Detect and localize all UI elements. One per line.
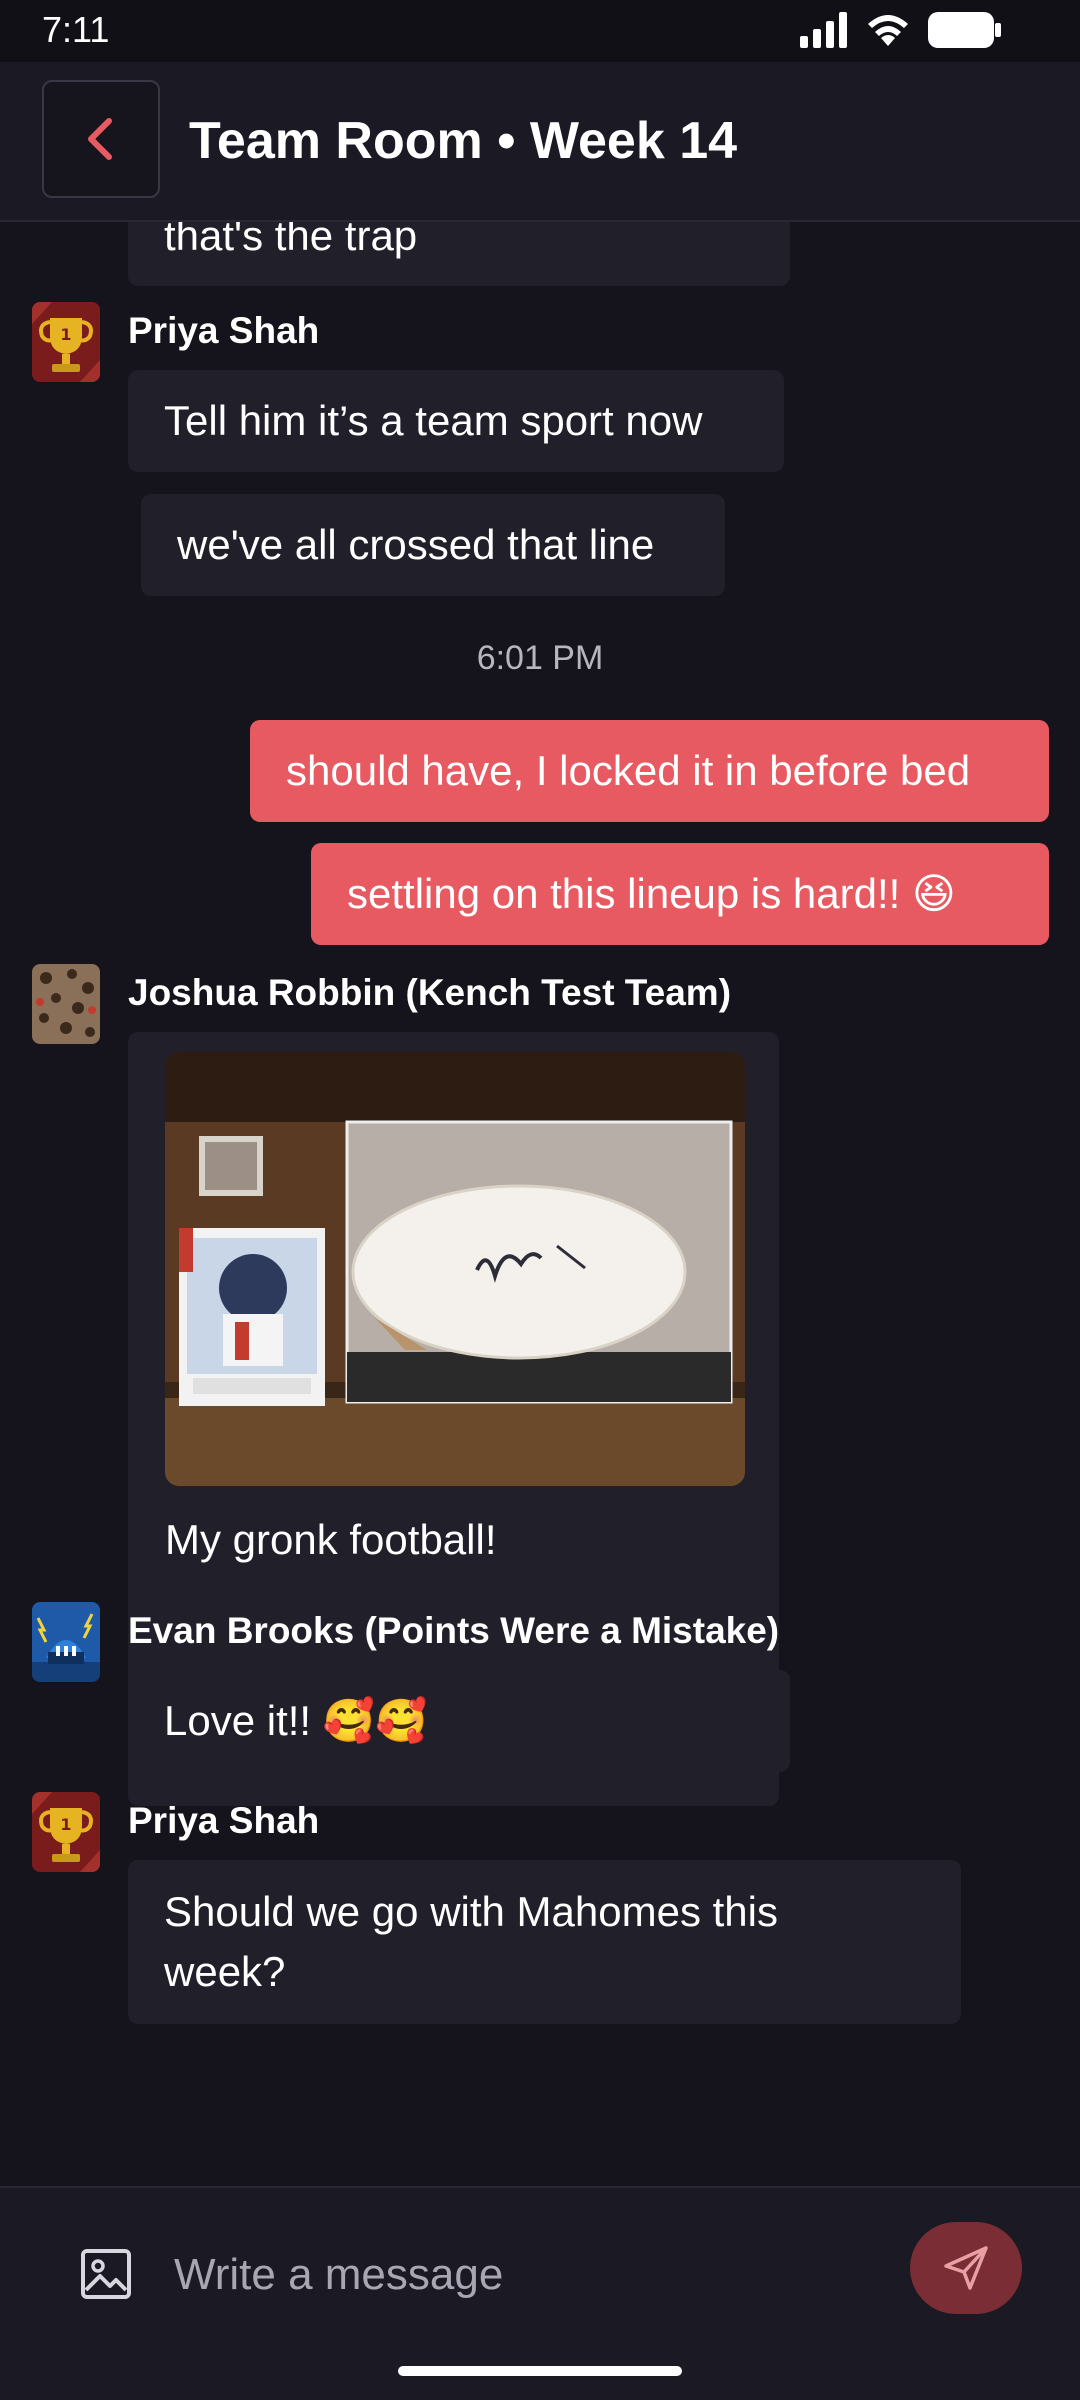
status-time: 7:11 [42, 9, 110, 50]
message-text: settling on this lineup is hard!! 😆 [347, 870, 956, 917]
sender-name: Evan Brooks (Points Were a Mistake) [128, 1610, 780, 1651]
message-text-line: week? [164, 1948, 286, 1995]
message-image[interactable] [165, 1052, 745, 1486]
attach-image-button[interactable] [80, 2248, 132, 2300]
send-button[interactable] [910, 2222, 1022, 2314]
avatar[interactable]: 1 [32, 1792, 100, 1872]
message-bubble[interactable]: we've all crossed that line [141, 494, 725, 596]
chat-header: Team Room • Week 14 [0, 62, 1080, 222]
trophy-avatar: 1 [32, 1792, 100, 1872]
page-title: Team Room • Week 14 [189, 112, 738, 170]
battery-icon [928, 12, 1001, 48]
stadium-avatar [32, 1602, 100, 1682]
cheetah-avatar [32, 964, 100, 1044]
signed-football-photo [165, 1052, 745, 1486]
message-text-line: Should we go with Mahomes this [164, 1888, 778, 1935]
send-icon [944, 2246, 988, 2290]
message-bubble[interactable]: that's the trap [128, 222, 790, 286]
svg-text:1: 1 [60, 1815, 71, 1834]
message-text: Tell him it’s a team sport now [164, 397, 703, 444]
message-input[interactable] [172, 2234, 876, 2316]
chat-screen: 7:11 Team Room • Week 14 that's the trap… [0, 0, 1080, 2400]
sender-name: Priya Shah [128, 310, 320, 351]
message-bubble[interactable]: Should we go with Mahomes this week? [128, 1860, 961, 2024]
home-indicator[interactable] [398, 2366, 682, 2376]
message-text: that's the trap [164, 222, 418, 259]
wifi-icon [868, 15, 908, 46]
sender-name: Joshua Robbin (Kench Test Team) [128, 972, 732, 1013]
avatar[interactable] [32, 1602, 100, 1682]
status-bar: 7:11 [0, 0, 1080, 62]
svg-text:1: 1 [60, 325, 71, 344]
message-text: we've all crossed that line [177, 521, 655, 568]
message-list[interactable]: that's the trap 1 Priya Shah Tell him it… [0, 222, 1080, 2184]
image-icon [81, 2249, 131, 2299]
back-button[interactable] [42, 80, 160, 198]
message-text: My gronk football! [165, 1516, 497, 1563]
message-text: should have, I locked it in before bed [286, 747, 971, 794]
my-message-bubble[interactable]: should have, I locked it in before bed [250, 720, 1049, 822]
message-bubble[interactable]: Tell him it’s a team sport now [128, 370, 784, 472]
sender-name: Priya Shah [128, 1800, 320, 1841]
message-bubble[interactable]: Love it!! 🥰🥰 [128, 1670, 790, 1772]
my-message-bubble[interactable]: settling on this lineup is hard!! 😆 [311, 843, 1049, 945]
avatar[interactable] [32, 964, 100, 1044]
status-icons [800, 12, 1002, 48]
message-timestamp: 6:01 PM [476, 639, 604, 677]
signal-icon [800, 12, 847, 48]
avatar[interactable]: 1 [32, 302, 100, 382]
message-text: Love it!! 🥰🥰 [164, 1697, 428, 1744]
chevron-left-icon [88, 118, 112, 160]
trophy-avatar: 1 [32, 302, 100, 382]
